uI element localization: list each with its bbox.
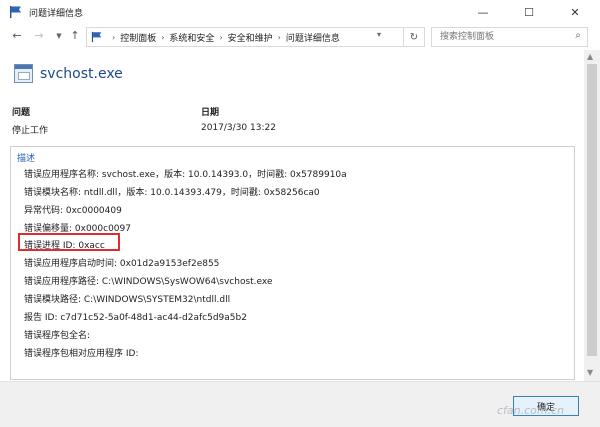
date-label: 日期	[201, 108, 220, 118]
app-header: svchost.exe	[14, 64, 123, 83]
action-center-flag-icon	[10, 6, 21, 18]
address-bar[interactable]: › 控制面板 › 系统和安全 › 安全和维护 › 问题详细信息 ▾	[86, 27, 404, 47]
close-button[interactable]: ✕	[552, 0, 598, 24]
desc-line-exception: 异常代码: 0xc0000409	[24, 206, 122, 216]
description-title: 描述	[17, 154, 36, 164]
problem-label: 问题	[12, 108, 31, 118]
application-window-icon	[14, 64, 33, 83]
scroll-thumb[interactable]	[587, 64, 597, 356]
watermark: cfan.com.cn	[497, 404, 565, 417]
desc-line-package-name: 错误程序包全名:	[24, 331, 91, 341]
minimize-button[interactable]: —	[460, 0, 506, 24]
breadcrumb-control-panel[interactable]: 控制面板	[120, 31, 156, 44]
search-icon[interactable]: ⌕	[575, 30, 581, 41]
maximize-button[interactable]: ☐	[506, 0, 552, 24]
refresh-icon[interactable]: ↻	[404, 27, 425, 47]
address-dropdown-icon[interactable]: ▾	[377, 30, 381, 39]
back-arrow-icon[interactable]: ←	[10, 29, 24, 42]
scroll-down-arrow-icon[interactable]: ▼	[587, 368, 593, 377]
vertical-scrollbar[interactable]: ▲ ▼	[584, 50, 600, 381]
breadcrumb-security-maintenance[interactable]: 安全和维护	[228, 31, 273, 44]
description-panel: 描述 错误应用程序名称: svchost.exe，版本: 10.0.14393.…	[10, 146, 575, 380]
control-panel-flag-icon	[91, 31, 102, 43]
desc-line-report-id: 报告 ID: c7d71c52-5a0f-48d1-ac44-d2afc5d9a…	[24, 313, 247, 323]
navigation-bar: ← → ▼ ↑ › 控制面板 › 系统和安全 › 安全和维护 › 问题详细信息 …	[0, 24, 600, 50]
desc-line-start-time: 错误应用程序启动时间: 0x01d2a9153ef2e855	[24, 259, 220, 269]
window-title: 问题详细信息	[29, 8, 84, 19]
breadcrumb-separator-icon: ›	[277, 32, 281, 42]
up-arrow-icon[interactable]: ↑	[68, 29, 82, 42]
forward-arrow-icon[interactable]: →	[32, 29, 46, 42]
main-content: svchost.exe 问题 停止工作 日期 2017/3/30 13:22 描…	[0, 50, 584, 381]
breadcrumb-problem-details[interactable]: 问题详细信息	[286, 31, 340, 44]
date-value: 2017/3/30 13:22	[201, 123, 276, 133]
breadcrumb-separator-icon: ›	[161, 32, 165, 42]
search-box[interactable]: ⌕	[431, 27, 588, 47]
problem-value: 停止工作	[12, 126, 49, 136]
desc-line-app-path: 错误应用程序路径: C:\WINDOWS\SysWOW64\svchost.ex…	[24, 277, 273, 287]
app-name: svchost.exe	[40, 65, 123, 82]
scroll-up-arrow-icon[interactable]: ▲	[587, 52, 593, 61]
desc-line-module-name: 错误模块名称: ntdll.dll，版本: 10.0.14393.479，时间戳…	[24, 188, 320, 198]
breadcrumb-system-security[interactable]: 系统和安全	[169, 31, 214, 44]
desc-line-module-path: 错误模块路径: C:\WINDOWS\SYSTEM32\ntdll.dll	[24, 295, 231, 305]
breadcrumb-separator-icon: ›	[219, 32, 223, 42]
desc-line-process-id: 错误进程 ID: 0xacc	[24, 241, 105, 251]
search-input[interactable]	[438, 31, 567, 43]
desc-line-package-app-id: 错误程序包相对应用程序 ID:	[24, 349, 139, 359]
recent-locations-chevron-icon[interactable]: ▼	[52, 32, 66, 40]
breadcrumb-separator-icon: ›	[112, 32, 116, 42]
desc-line-app-name: 错误应用程序名称: svchost.exe，版本: 10.0.14393.0，时…	[24, 170, 347, 180]
